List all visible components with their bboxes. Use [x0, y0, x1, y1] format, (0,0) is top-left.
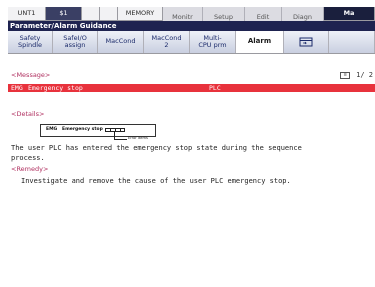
message-section-label: <Message>: [11, 71, 51, 79]
alarm-guidance-screen: UNT1 $1 MEMORY Monitr Setup Edit Diagn M…: [8, 7, 375, 274]
menu-tab-alarm[interactable]: Alarm: [236, 31, 284, 53]
page-number: 1/ 2: [356, 71, 373, 79]
mode-blank-cell: [100, 7, 118, 20]
alarm-diagram: EMG Emergency stop Error items: [40, 124, 180, 144]
remedy-section-label: <Remedy>: [11, 165, 49, 173]
menu-tab-label: MacCond: [105, 37, 136, 46]
mode-system-cell[interactable]: $1: [46, 7, 82, 20]
alarm-message-row[interactable]: EMG Emergency stop PLC: [8, 84, 375, 92]
diagram-leader-line: [114, 132, 127, 140]
details-description-line: process.: [11, 154, 45, 162]
window-switch-icon: [299, 37, 313, 47]
menu-tab-row: Safety Spindle SafeI/O assign MacCond Ma…: [8, 31, 375, 54]
details-description-line: The user PLC has entered the emergency s…: [11, 144, 302, 152]
page-title: Parameter/Alarm Guidance: [8, 21, 375, 31]
alarm-source: PLC: [209, 84, 221, 92]
diagram-alarm-code: EMG: [46, 127, 58, 132]
mode-blank-cell: [82, 7, 100, 20]
remedy-text: Investigate and remove the cause of the …: [21, 177, 291, 185]
alarm-code: EMG: [11, 84, 23, 92]
menu-tab-label: Spindle: [17, 41, 43, 49]
mode-memory-cell: MEMORY: [118, 7, 163, 20]
menu-tab-label: assign: [64, 41, 86, 49]
menu-tab-label: Alarm: [247, 37, 272, 46]
page-indicator: ≡ 1/ 2: [340, 71, 373, 79]
menu-tab-safe-io-assign[interactable]: SafeI/O assign: [53, 31, 98, 53]
menu-tab-blank: [329, 31, 375, 53]
alarm-text: Emergency stop: [28, 84, 83, 92]
mode-unit-cell: UNT1: [8, 7, 46, 20]
page-list-icon[interactable]: ≡: [340, 71, 351, 79]
menu-tab-multi-cpu-prm[interactable]: Multi- CPU prm: [190, 31, 236, 53]
menu-tab-maccond[interactable]: MacCond: [98, 31, 144, 53]
menu-tab-label: CPU prm: [198, 41, 227, 49]
menu-tab-window[interactable]: [284, 31, 329, 53]
diagram-alarm-text: Emergency stop: [62, 127, 103, 132]
menu-tab-safety-spindle[interactable]: Safety Spindle: [8, 31, 53, 53]
details-section-label: <Details>: [11, 110, 45, 118]
tab-maintenance[interactable]: Ma: [324, 7, 375, 20]
diagram-error-label: Error items: [128, 136, 148, 140]
mode-bar: UNT1 $1 MEMORY Monitr Setup Edit Diagn M…: [8, 7, 375, 29]
menu-tab-maccond-2[interactable]: MacCond 2: [144, 31, 190, 53]
menu-tab-label: 2: [164, 41, 169, 49]
